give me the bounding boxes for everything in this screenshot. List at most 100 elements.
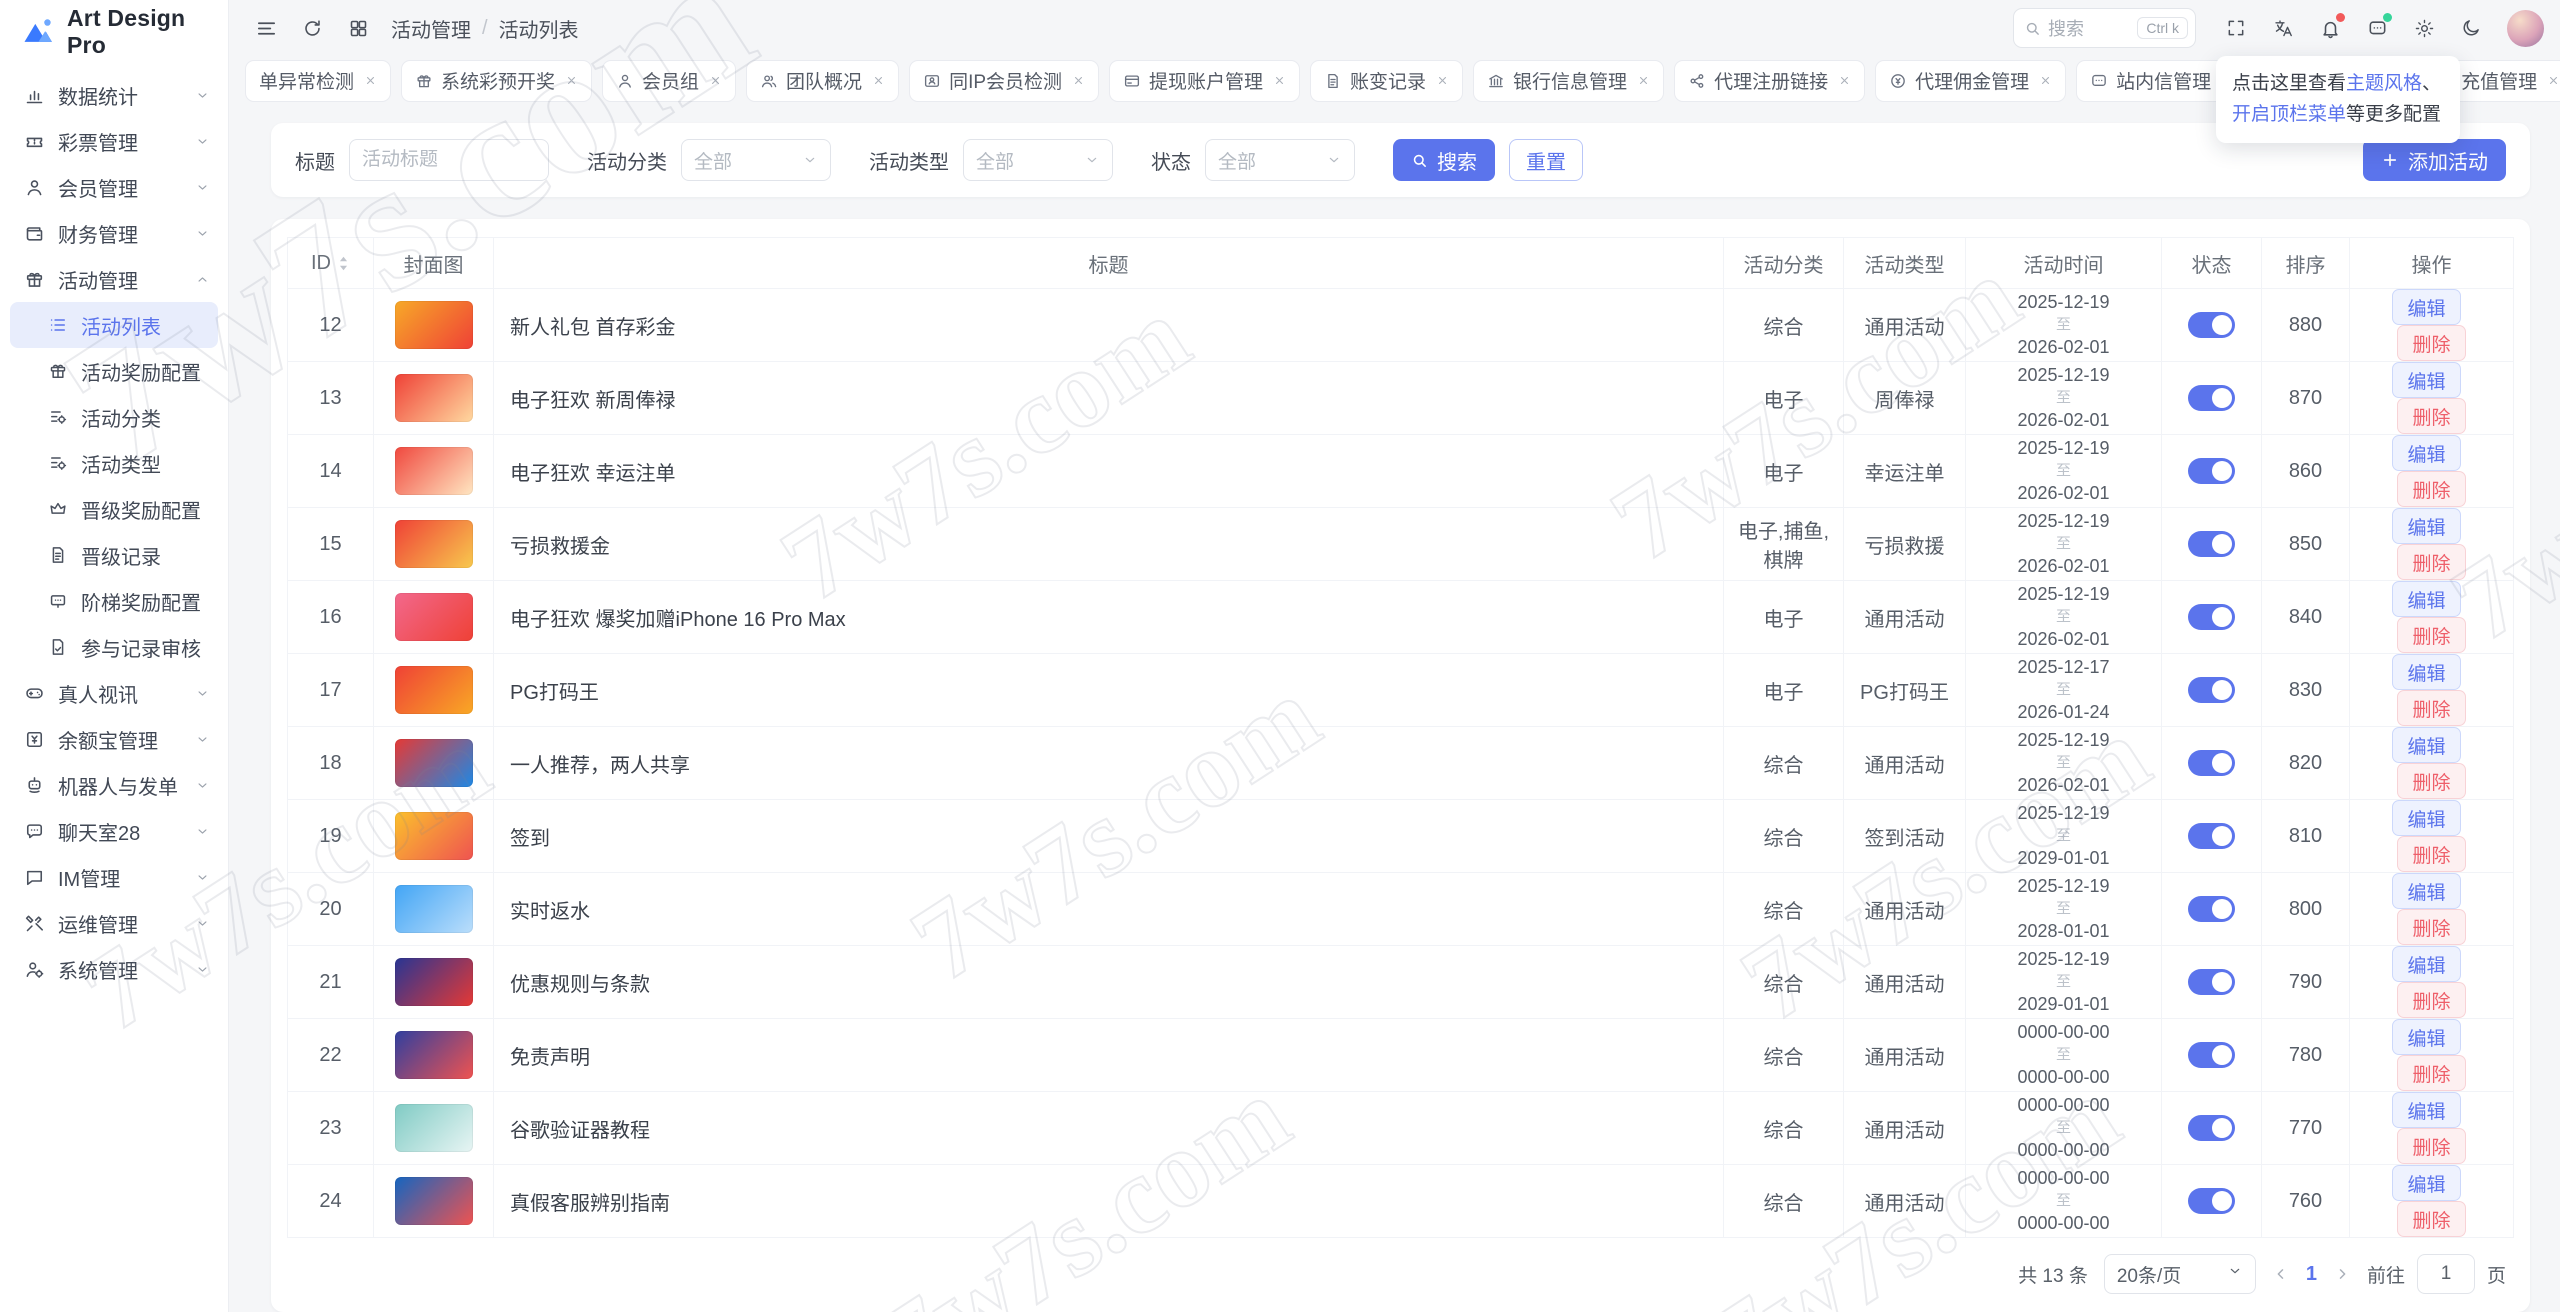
delete-button[interactable]: 删除 (2397, 690, 2465, 726)
messages-icon[interactable] (2356, 7, 2398, 49)
status-toggle[interactable] (2188, 458, 2235, 484)
tab[interactable]: 代理注册链接 (1674, 60, 1865, 102)
sidebar-item[interactable]: 彩票管理 (10, 118, 218, 164)
delete-button[interactable]: 删除 (2397, 763, 2465, 799)
add-activity-button[interactable]: 添加活动 (2363, 139, 2506, 181)
fullscreen-icon[interactable] (2215, 7, 2257, 49)
sidebar-item[interactable]: 机器人与发单 (10, 762, 218, 808)
status-toggle[interactable] (2188, 385, 2235, 411)
notifications-bell-icon[interactable] (2309, 7, 2351, 49)
goto-page-input[interactable] (2417, 1254, 2475, 1294)
activity-title-input[interactable] (349, 139, 549, 181)
sidebar-item[interactable]: 聊天室28 (10, 808, 218, 854)
avatar[interactable] (2507, 10, 2544, 47)
close-icon[interactable] (872, 74, 885, 87)
close-icon[interactable] (1072, 74, 1085, 87)
grid-apps-icon[interactable] (337, 7, 379, 49)
app-logo[interactable]: Art Design Pro (0, 0, 228, 64)
close-icon[interactable] (565, 74, 578, 87)
edit-button[interactable]: 编辑 (2392, 581, 2460, 617)
sidebar-subitem[interactable]: 活动类型 (10, 440, 218, 486)
settings-gear-icon[interactable] (2403, 7, 2445, 49)
topbar-menu-link[interactable]: 开启顶栏菜单 (2232, 104, 2346, 125)
dark-mode-moon-icon[interactable] (2450, 7, 2492, 49)
delete-button[interactable]: 删除 (2397, 1055, 2465, 1091)
sidebar-subitem[interactable]: 晋级记录 (10, 532, 218, 578)
delete-button[interactable]: 删除 (2397, 471, 2465, 507)
sidebar-subitem[interactable]: 参与记录审核 (10, 624, 218, 670)
sidebar-item[interactable]: 数据统计 (10, 72, 218, 118)
edit-button[interactable]: 编辑 (2392, 1165, 2460, 1201)
edit-button[interactable]: 编辑 (2392, 873, 2460, 909)
reset-button[interactable]: 重置 (1509, 139, 1583, 181)
tab[interactable]: 提现账户管理 (1109, 60, 1300, 102)
close-icon[interactable] (2547, 74, 2560, 87)
delete-button[interactable]: 删除 (2397, 982, 2465, 1018)
tab[interactable]: 单异常检测 (245, 60, 391, 102)
close-icon[interactable] (1838, 74, 1851, 87)
sidebar-subitem[interactable]: 活动分类 (10, 394, 218, 440)
close-icon[interactable] (1637, 74, 1650, 87)
edit-button[interactable]: 编辑 (2392, 1092, 2460, 1128)
status-toggle[interactable] (2188, 1188, 2235, 1214)
type-select[interactable]: 全部 (963, 139, 1113, 181)
status-toggle[interactable] (2188, 531, 2235, 557)
status-toggle[interactable] (2188, 969, 2235, 995)
edit-button[interactable]: 编辑 (2392, 800, 2460, 836)
sidebar-subitem[interactable]: 活动奖励配置 (10, 348, 218, 394)
page-size-select[interactable]: 20条/页 (2104, 1254, 2256, 1294)
delete-button[interactable]: 删除 (2397, 836, 2465, 872)
edit-button[interactable]: 编辑 (2392, 289, 2460, 325)
status-toggle[interactable] (2188, 896, 2235, 922)
status-toggle[interactable] (2188, 1042, 2235, 1068)
close-icon[interactable] (709, 74, 722, 87)
sidebar-item[interactable]: 运维管理 (10, 900, 218, 946)
tab[interactable]: 同IP会员检测 (909, 60, 1099, 102)
sidebar-item[interactable]: 真人视讯 (10, 670, 218, 716)
sidebar-item[interactable]: IM管理 (10, 854, 218, 900)
delete-button[interactable]: 删除 (2397, 1201, 2465, 1237)
tab[interactable]: 会员组 (602, 60, 736, 102)
sidebar-item[interactable]: 余额宝管理 (10, 716, 218, 762)
theme-style-link[interactable]: 主题风格 (2346, 73, 2422, 94)
page-number[interactable]: 1 (2306, 1263, 2317, 1286)
status-toggle[interactable] (2188, 750, 2235, 776)
sidebar-subitem-active[interactable]: 活动列表 (10, 302, 218, 348)
status-toggle[interactable] (2188, 823, 2235, 849)
sidebar-item[interactable]: 活动管理 (10, 256, 218, 302)
tab[interactable]: 代理佣金管理 (1875, 60, 2066, 102)
edit-button[interactable]: 编辑 (2392, 362, 2460, 398)
search-input[interactable]: 搜索 Ctrl k (2013, 8, 2196, 48)
tab[interactable]: 银行信息管理 (1473, 60, 1664, 102)
close-icon[interactable] (1436, 74, 1449, 87)
delete-button[interactable]: 删除 (2397, 325, 2465, 361)
tab[interactable]: 系统彩预开奖 (401, 60, 592, 102)
sidebar-subitem[interactable]: 阶梯奖励配置 (10, 578, 218, 624)
edit-button[interactable]: 编辑 (2392, 654, 2460, 690)
delete-button[interactable]: 删除 (2397, 398, 2465, 434)
breadcrumb-parent[interactable]: 活动管理 (391, 14, 471, 43)
edit-button[interactable]: 编辑 (2392, 727, 2460, 763)
category-select[interactable]: 全部 (681, 139, 831, 181)
edit-button[interactable]: 编辑 (2392, 435, 2460, 471)
edit-button[interactable]: 编辑 (2392, 946, 2460, 982)
next-page-icon[interactable] (2333, 1265, 2351, 1283)
refresh-icon[interactable] (291, 7, 333, 49)
status-toggle[interactable] (2188, 604, 2235, 630)
tab[interactable]: 团队概况 (746, 60, 899, 102)
status-toggle[interactable] (2188, 1115, 2235, 1141)
prev-page-icon[interactable] (2272, 1265, 2290, 1283)
edit-button[interactable]: 编辑 (2392, 508, 2460, 544)
status-select[interactable]: 全部 (1205, 139, 1355, 181)
column-header[interactable]: ID (288, 238, 374, 289)
delete-button[interactable]: 删除 (2397, 909, 2465, 945)
delete-button[interactable]: 删除 (2397, 1128, 2465, 1164)
close-icon[interactable] (2039, 74, 2052, 87)
delete-button[interactable]: 删除 (2397, 617, 2465, 653)
sidebar-subitem[interactable]: 晋级奖励配置 (10, 486, 218, 532)
edit-button[interactable]: 编辑 (2392, 1019, 2460, 1055)
translate-icon[interactable] (2262, 7, 2304, 49)
menu-icon[interactable] (245, 7, 287, 49)
sidebar-item[interactable]: 会员管理 (10, 164, 218, 210)
sidebar-item[interactable]: 财务管理 (10, 210, 218, 256)
